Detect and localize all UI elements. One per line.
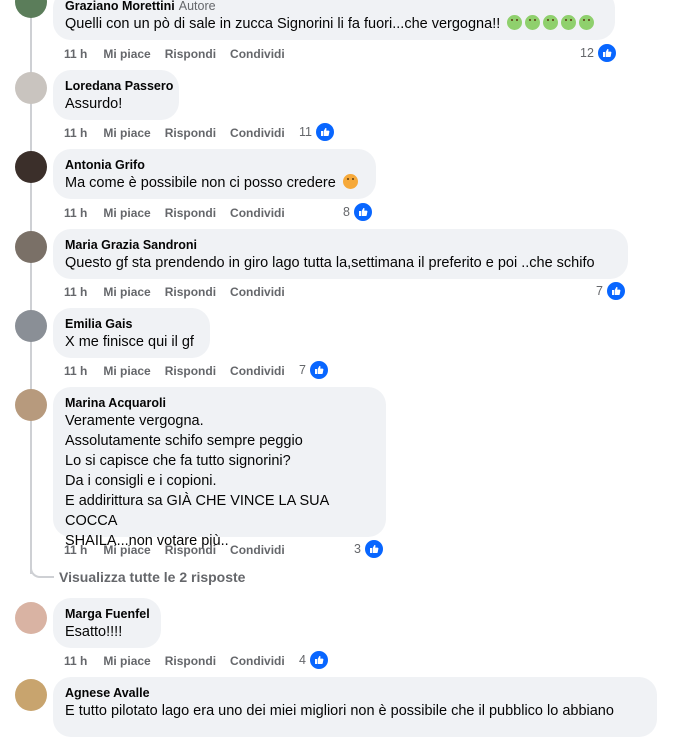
reply-button[interactable]: Rispondi — [165, 126, 216, 140]
timestamp[interactable]: 11 h — [64, 126, 87, 140]
reply-button[interactable]: Rispondi — [165, 364, 216, 378]
comment-author[interactable]: Maria Grazia Sandroni — [65, 238, 197, 252]
like-count: 7 — [596, 284, 603, 298]
reply-button[interactable]: Rispondi — [165, 654, 216, 668]
thumbs-up-icon — [352, 202, 373, 222]
timestamp[interactable]: 11 h — [64, 364, 87, 378]
emoji-list — [504, 15, 595, 32]
comment-text: Esatto!!!! — [65, 624, 123, 640]
thumbs-up-icon — [363, 539, 384, 559]
comment-text: Questo gf sta prendendo in giro lago tut… — [65, 255, 595, 271]
like-count: 4 — [299, 653, 306, 667]
like-count: 7 — [299, 363, 306, 377]
avatar[interactable] — [15, 151, 47, 183]
reaction-count[interactable]: 3 — [354, 539, 384, 559]
reply-button[interactable]: Rispondi — [165, 285, 216, 299]
comment-bubble: Emilia Gais X me finisce qui il gf — [53, 308, 210, 358]
comment-actions: 11 h Mi piace Rispondi Condividi — [64, 46, 299, 62]
avatar[interactable] — [15, 310, 47, 342]
like-count: 11 — [299, 125, 312, 139]
reaction-count[interactable]: 7 — [596, 281, 626, 301]
author-badge: Autore — [178, 0, 216, 13]
like-count: 12 — [580, 46, 594, 60]
comment-bubble: Marga Fuenfel Esatto!!!! — [53, 598, 161, 648]
comment-bubble: Agnese Avalle E tutto pilotato lago era … — [53, 677, 657, 737]
comment-actions: 11 h Mi piace Rispondi Condividi — [64, 284, 299, 300]
thumbs-up-icon — [605, 281, 626, 301]
avatar[interactable] — [15, 602, 47, 634]
share-button[interactable]: Condividi — [230, 47, 285, 61]
share-button[interactable]: Condividi — [230, 206, 285, 220]
comment-author[interactable]: Emilia Gais — [65, 317, 132, 331]
share-button[interactable]: Condividi — [230, 285, 285, 299]
thumbs-up-icon — [308, 360, 329, 380]
comment-actions: 11 h Mi piace Rispondi Condividi — [64, 542, 299, 558]
comment-actions: 11 h Mi piace Rispondi Condividi — [64, 205, 299, 221]
thumbs-up-icon — [314, 122, 335, 142]
avatar[interactable] — [15, 679, 47, 711]
reaction-count[interactable]: 11 — [299, 122, 335, 142]
share-button[interactable]: Condividi — [230, 543, 285, 557]
thread-connector — [30, 560, 54, 578]
avatar[interactable] — [15, 389, 47, 421]
comment-bubble: Antonia Grifo Ma come è possibile non ci… — [53, 149, 376, 199]
share-button[interactable]: Condividi — [230, 654, 285, 668]
like-button[interactable]: Mi piace — [103, 206, 150, 220]
comment-author[interactable]: Antonia Grifo — [65, 158, 145, 172]
avatar[interactable] — [15, 72, 47, 104]
reply-button[interactable]: Rispondi — [165, 543, 216, 557]
timestamp[interactable]: 11 h — [64, 654, 87, 668]
comment-author[interactable]: Marga Fuenfel — [65, 607, 150, 621]
comment-bubble: Maria Grazia Sandroni Questo gf sta pren… — [53, 229, 628, 279]
like-button[interactable]: Mi piace — [103, 543, 150, 557]
comment-text: Quelli con un pò di sale in zucca Signor… — [65, 16, 501, 32]
like-button[interactable]: Mi piace — [103, 364, 150, 378]
comment-actions: 11 h Mi piace Rispondi Condividi — [64, 363, 299, 379]
comment-author[interactable]: Graziano Morettini — [65, 0, 175, 13]
comment-text: Assurdo! — [65, 96, 123, 112]
like-button[interactable]: Mi piace — [103, 654, 150, 668]
reply-button[interactable]: Rispondi — [165, 47, 216, 61]
comment-author[interactable]: Marina Acquaroli — [65, 396, 166, 410]
avatar[interactable] — [15, 0, 47, 18]
sick-face-icon — [507, 15, 523, 30]
reaction-count[interactable]: 4 — [299, 650, 329, 670]
comment-text: X me finisce qui il gf — [65, 334, 194, 350]
like-button[interactable]: Mi piace — [103, 285, 150, 299]
sad-face-icon — [342, 174, 358, 189]
reaction-count[interactable]: 12 — [580, 43, 617, 63]
timestamp[interactable]: 11 h — [64, 285, 87, 299]
thumbs-up-icon — [596, 43, 617, 63]
thumbs-up-icon — [308, 650, 329, 670]
sick-face-icon — [579, 15, 595, 30]
view-replies-link[interactable]: Visualizza tutte le 2 risposte — [59, 569, 245, 585]
comment-text: Ma come è possibile non ci posso credere — [65, 175, 336, 191]
comment-author[interactable]: Loredana Passero — [65, 79, 173, 93]
reaction-count[interactable]: 7 — [299, 360, 329, 380]
share-button[interactable]: Condividi — [230, 126, 285, 140]
timestamp[interactable]: 11 h — [64, 206, 87, 220]
reaction-count[interactable]: 8 — [343, 202, 373, 222]
sick-face-icon — [543, 15, 559, 30]
comment-text: E tutto pilotato lago era uno dei miei m… — [65, 703, 614, 719]
comment-actions: 11 h Mi piace Rispondi Condividi — [64, 653, 299, 669]
comment-bubble: Graziano Morettini Autore Quelli con un p… — [53, 0, 615, 40]
like-count: 8 — [343, 205, 350, 219]
timestamp[interactable]: 11 h — [64, 543, 87, 557]
avatar[interactable] — [15, 231, 47, 263]
like-button[interactable]: Mi piace — [103, 126, 150, 140]
share-button[interactable]: Condividi — [230, 364, 285, 378]
comment-text: Veramente vergogna. Assolutamente schifo… — [65, 413, 329, 549]
timestamp[interactable]: 11 h — [64, 47, 87, 61]
like-count: 3 — [354, 542, 361, 556]
comment-actions: 11 h Mi piace Rispondi Condividi — [64, 125, 299, 141]
sick-face-icon — [525, 15, 541, 30]
reply-button[interactable]: Rispondi — [165, 206, 216, 220]
like-button[interactable]: Mi piace — [103, 47, 150, 61]
comment-bubble: Loredana Passero Assurdo! — [53, 70, 179, 120]
comment-author[interactable]: Agnese Avalle — [65, 686, 150, 700]
comment-bubble: Marina Acquaroli Veramente vergogna. Ass… — [53, 387, 386, 549]
sick-face-icon — [561, 15, 577, 30]
